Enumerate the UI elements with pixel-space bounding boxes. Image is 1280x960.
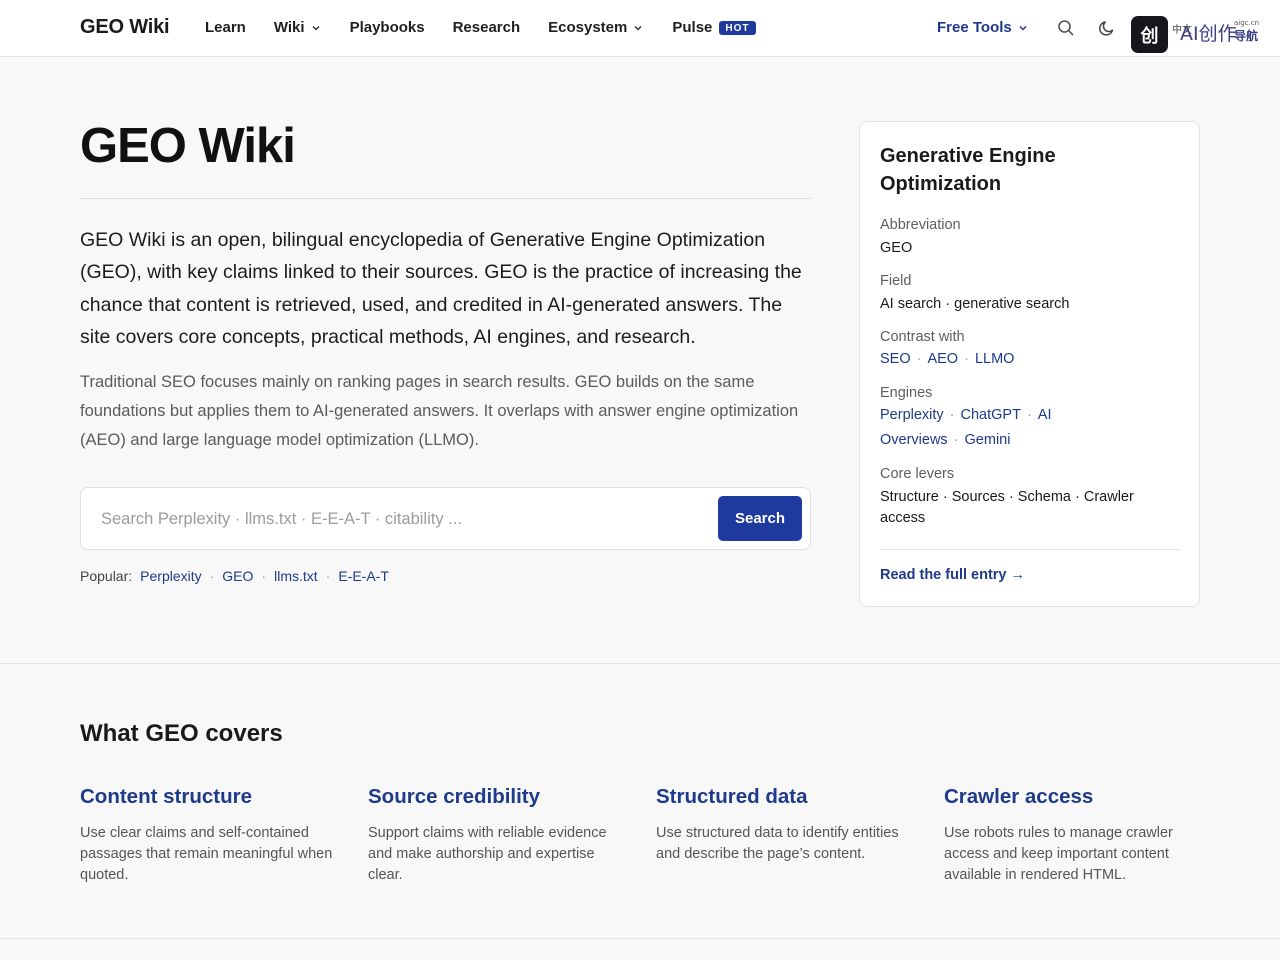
separator: ·: [261, 568, 267, 584]
site-logo-text[interactable]: GEO Wiki: [80, 16, 170, 39]
feature-description: Use robots rules to manage crawler acces…: [944, 825, 1173, 883]
field-value: AI search · generative search: [880, 296, 1070, 312]
nav-ecosystem[interactable]: Ecosystem: [548, 19, 644, 36]
popular-link-geo[interactable]: GEO: [222, 568, 253, 584]
partner-logo-text[interactable]: 中文 AI创作 aigc.cn 导航: [1172, 19, 1262, 45]
abbreviation-label: Abbreviation: [880, 217, 961, 233]
nav-playbooks-label: Playbooks: [349, 19, 425, 36]
chevron-down-icon: [312, 25, 320, 31]
contrast-link-aeo[interactable]: AEO: [927, 351, 958, 367]
nav-research[interactable]: Research: [453, 19, 521, 36]
moon-icon[interactable]: [1097, 18, 1117, 38]
separator: ·: [953, 432, 959, 448]
chevron-down-icon: [634, 25, 642, 31]
nav-playbooks[interactable]: Playbooks: [350, 19, 425, 36]
feature-description: Use clear claims and self-contained pass…: [80, 825, 333, 883]
popular-link-perplexity[interactable]: Perplexity: [140, 568, 201, 584]
nav-learn[interactable]: Learn: [205, 19, 246, 36]
nav-wiki[interactable]: Wiki: [274, 19, 322, 36]
footer-divider: [0, 938, 1280, 939]
separator: ·: [949, 407, 955, 423]
popular-searches: Popular: Perplexity · GEO · llms.txt · E…: [80, 568, 389, 584]
intro-paragraph: GEO Wiki is an open, bilingual encyclope…: [80, 229, 802, 348]
contrast-link-llmo[interactable]: LLMO: [975, 351, 1015, 367]
separator: ·: [916, 351, 922, 367]
separator: ·: [964, 351, 969, 367]
partner-logo-nav: 导航: [1234, 29, 1259, 43]
hot-badge: HOT: [719, 20, 756, 35]
page-title: GEO Wiki: [80, 119, 296, 173]
contrast-label: Contrast with: [880, 329, 965, 345]
partner-logo-url: aigc.cn: [1234, 19, 1260, 27]
field-label: Field: [880, 273, 912, 289]
feature-content-structure: Content structure Use clear claims and s…: [80, 785, 342, 886]
nav-learn-label: Learn: [205, 19, 246, 36]
nav-pulse[interactable]: Pulse HOT: [672, 19, 756, 36]
search-button[interactable]: Search: [718, 496, 802, 541]
separator: ·: [209, 568, 215, 584]
levers-label: Core levers: [880, 466, 955, 482]
infobox-card: Generative Engine Optimization Abbreviat…: [859, 121, 1200, 607]
contrast-link-seo[interactable]: SEO: [880, 351, 911, 367]
levers-value: Structure · Sources · Schema · Crawler a…: [880, 489, 1134, 526]
popular-label: Popular:: [80, 568, 133, 584]
partner-logo-icon[interactable]: 创: [1131, 16, 1168, 53]
partner-logo-glyph: 创: [1140, 25, 1159, 47]
top-navigation-bar: GEO Wiki Learn Wiki Playbooks Research E…: [0, 0, 1280, 57]
search-icon[interactable]: [1056, 18, 1076, 38]
partner-logo-title: AI创作: [1180, 23, 1237, 45]
engine-link-gemini[interactable]: Gemini: [965, 432, 1011, 448]
infobox-title: Generative Engine Optimization: [880, 145, 1056, 195]
covers-section-title: What GEO covers: [80, 720, 283, 747]
nav-research-label: Research: [452, 19, 521, 36]
search-bar: Search: [80, 487, 811, 550]
feature-title[interactable]: Crawler access: [944, 785, 1206, 809]
feature-structured-data: Structured data Use structured data to i…: [656, 785, 918, 865]
feature-title[interactable]: Source credibility: [368, 785, 630, 809]
engine-link-chatgpt[interactable]: ChatGPT: [961, 407, 1021, 423]
engines-links: Perplexity · ChatGPT · AI Overviews · Gemini: [880, 403, 1180, 453]
search-input[interactable]: [101, 506, 701, 532]
feature-title[interactable]: Structured data: [656, 785, 918, 809]
nav-ecosystem-label: Ecosystem: [548, 19, 628, 36]
section-divider: [0, 663, 1280, 664]
popular-link-llms-txt[interactable]: llms.txt: [274, 568, 318, 584]
feature-crawler-access: Crawler access Use robots rules to manag…: [944, 785, 1206, 886]
nav-pulse-label: Pulse: [672, 19, 713, 36]
abbreviation-value: GEO: [880, 240, 913, 256]
popular-link-eeat[interactable]: E-E-A-T: [338, 568, 389, 584]
separator: ·: [325, 568, 331, 584]
chevron-down-icon: [1019, 25, 1027, 31]
nav-wiki-label: Wiki: [273, 19, 305, 36]
read-full-entry-link[interactable]: Read the full entry →: [880, 567, 1025, 583]
feature-title[interactable]: Content structure: [80, 785, 342, 809]
free-tools-dropdown[interactable]: Free Tools: [937, 19, 1029, 36]
title-divider: [80, 198, 811, 199]
engines-label: Engines: [880, 385, 933, 401]
engine-link-perplexity[interactable]: Perplexity: [880, 407, 944, 423]
feature-description: Use structured data to identify entities…: [656, 825, 899, 862]
contrast-links: SEO · AEO · LLMO: [880, 347, 1180, 372]
feature-source-credibility: Source credibility Support claims with r…: [368, 785, 630, 886]
separator: ·: [1026, 407, 1032, 423]
secondary-paragraph: Traditional SEO focuses mainly on rankin…: [80, 373, 799, 449]
feature-description: Support claims with reliable evidence an…: [368, 825, 607, 883]
main-nav: Learn Wiki Playbooks Research Ecosystem …: [205, 19, 784, 36]
free-tools-label: Free Tools: [937, 19, 1012, 36]
infobox-divider: [880, 549, 1180, 550]
